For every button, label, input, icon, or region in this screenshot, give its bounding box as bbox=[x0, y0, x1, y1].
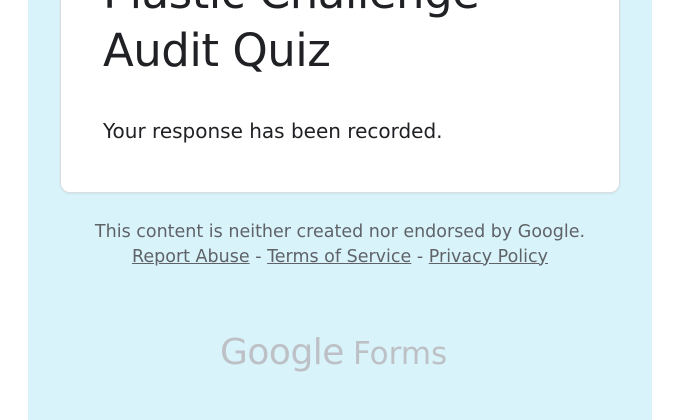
response-recorded-message: Your response has been recorded. bbox=[103, 119, 443, 143]
disclaimer-text: This content is neither created nor endo… bbox=[94, 222, 586, 242]
footer-disclaimer: This content is neither created nor endo… bbox=[90, 220, 590, 269]
terms-of-service-link[interactable]: Terms of Service bbox=[267, 247, 411, 267]
form-title-line1: Plastic Challenge bbox=[103, 0, 480, 19]
forms-wordmark: Forms bbox=[352, 336, 448, 372]
footer-separator: - bbox=[249, 246, 268, 267]
form-title: Plastic Challenge Audit Quiz bbox=[103, 0, 623, 80]
google-forms-logo[interactable]: Google Forms bbox=[220, 332, 447, 376]
report-abuse-link[interactable]: Report Abuse bbox=[132, 247, 250, 267]
privacy-policy-link[interactable]: Privacy Policy bbox=[429, 247, 548, 267]
form-title-line2: Audit Quiz bbox=[103, 24, 331, 77]
footer-separator: - bbox=[411, 246, 429, 267]
google-wordmark: Google bbox=[220, 332, 344, 373]
